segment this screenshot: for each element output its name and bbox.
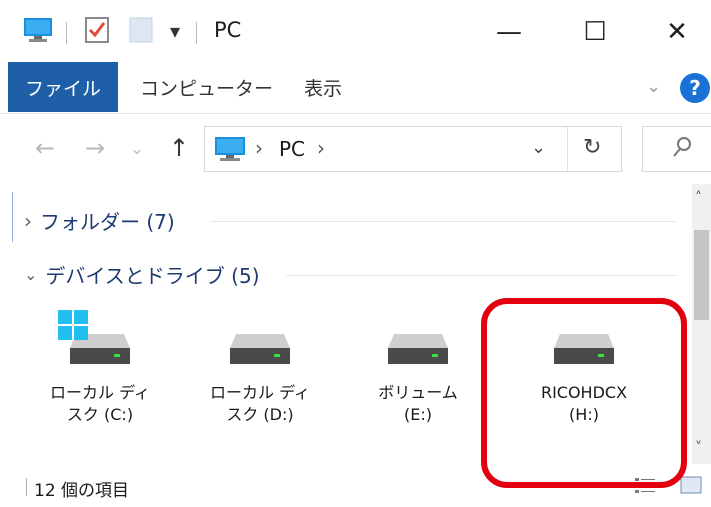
maximize-button[interactable]: ☐ [570,10,620,54]
quick-access-dropdown-icon[interactable]: ▾ [170,19,180,43]
drive-item[interactable]: ローカル ディ スク (C:) [40,310,160,426]
recent-locations-chevron-icon[interactable]: ⌄ [124,130,150,166]
drive-label-line1: ローカル ディ [210,383,310,402]
vertical-scrollbar[interactable]: ˄ ˅ [692,184,711,464]
back-arrow-icon[interactable]: ← [28,130,62,166]
close-button[interactable]: ✕ [652,10,702,54]
drive-item[interactable]: ボリューム (E:) [358,324,478,426]
item-count: 12 個の項目 [34,481,130,501]
tab-view[interactable]: 表示 [294,62,352,112]
highlight-annotation [481,298,687,488]
breadcrumb-separator: › [255,136,263,160]
scroll-down-arrow-icon[interactable]: ˅ [695,440,702,456]
address-divider [567,127,568,171]
chevron-right-icon: › [24,208,32,233]
tab-computer[interactable]: コンピューター [130,62,283,112]
help-button[interactable]: ? [680,73,710,103]
title-separator [66,22,67,44]
drive-label-line1: ローカル ディ [50,383,150,402]
chevron-down-icon: ⌄ [24,265,38,284]
properties-check-icon[interactable] [84,16,110,48]
large-icons-view-icon[interactable] [680,476,702,498]
up-arrow-icon[interactable]: ↑ [162,130,196,166]
hard-drive-icon [200,324,320,368]
hard-drive-icon [358,324,478,368]
tab-file[interactable]: ファイル [8,62,118,112]
address-bar[interactable]: › PC › ⌄ ↻ [204,126,622,172]
drive-label-line2: (E:) [404,405,432,424]
scroll-up-arrow-icon[interactable]: ˄ [695,190,702,206]
scrollbar-thumb[interactable] [694,230,709,320]
status-separator [26,478,27,496]
breadcrumb-pc[interactable]: PC [279,137,305,161]
ribbon-tabs: ファイル コンピューター 表示 ⌄ ? [0,62,711,114]
title-bar: ▾ PC — ☐ ✕ [0,0,711,62]
new-folder-icon[interactable] [128,16,154,48]
forward-arrow-icon[interactable]: → [78,130,112,166]
minimize-button[interactable]: — [484,10,534,54]
address-dropdown-chevron-icon[interactable]: ⌄ [531,137,546,158]
group-label: デバイスとドライブ (5) [45,264,260,288]
group-divider [210,221,676,222]
drive-label-line1: ボリューム [378,383,458,402]
search-icon [671,135,693,163]
search-input[interactable] [642,126,711,172]
computer-icon [22,16,54,48]
focus-edge [12,192,13,242]
window-title: PC [214,18,242,42]
group-label: フォルダー (7) [40,210,175,234]
refresh-icon[interactable]: ↻ [583,135,601,160]
drive-item[interactable]: ローカル ディ スク (D:) [200,324,320,426]
windows-logo-icon [58,310,88,340]
computer-icon [213,135,247,167]
drive-label-line2: スク (D:) [226,405,294,424]
title-separator [196,22,197,44]
group-devices-and-drives[interactable]: ⌄ デバイスとドライブ (5) [24,260,260,289]
navigation-bar: ← → ⌄ ↑ › PC › ⌄ ↻ [0,114,711,184]
ribbon-expand-chevron-icon[interactable]: ⌄ [646,76,661,97]
group-folders[interactable]: › フォルダー (7) [24,206,175,235]
drive-label-line2: スク (C:) [66,405,134,424]
group-divider [286,275,676,276]
breadcrumb-separator[interactable]: › [317,136,325,160]
